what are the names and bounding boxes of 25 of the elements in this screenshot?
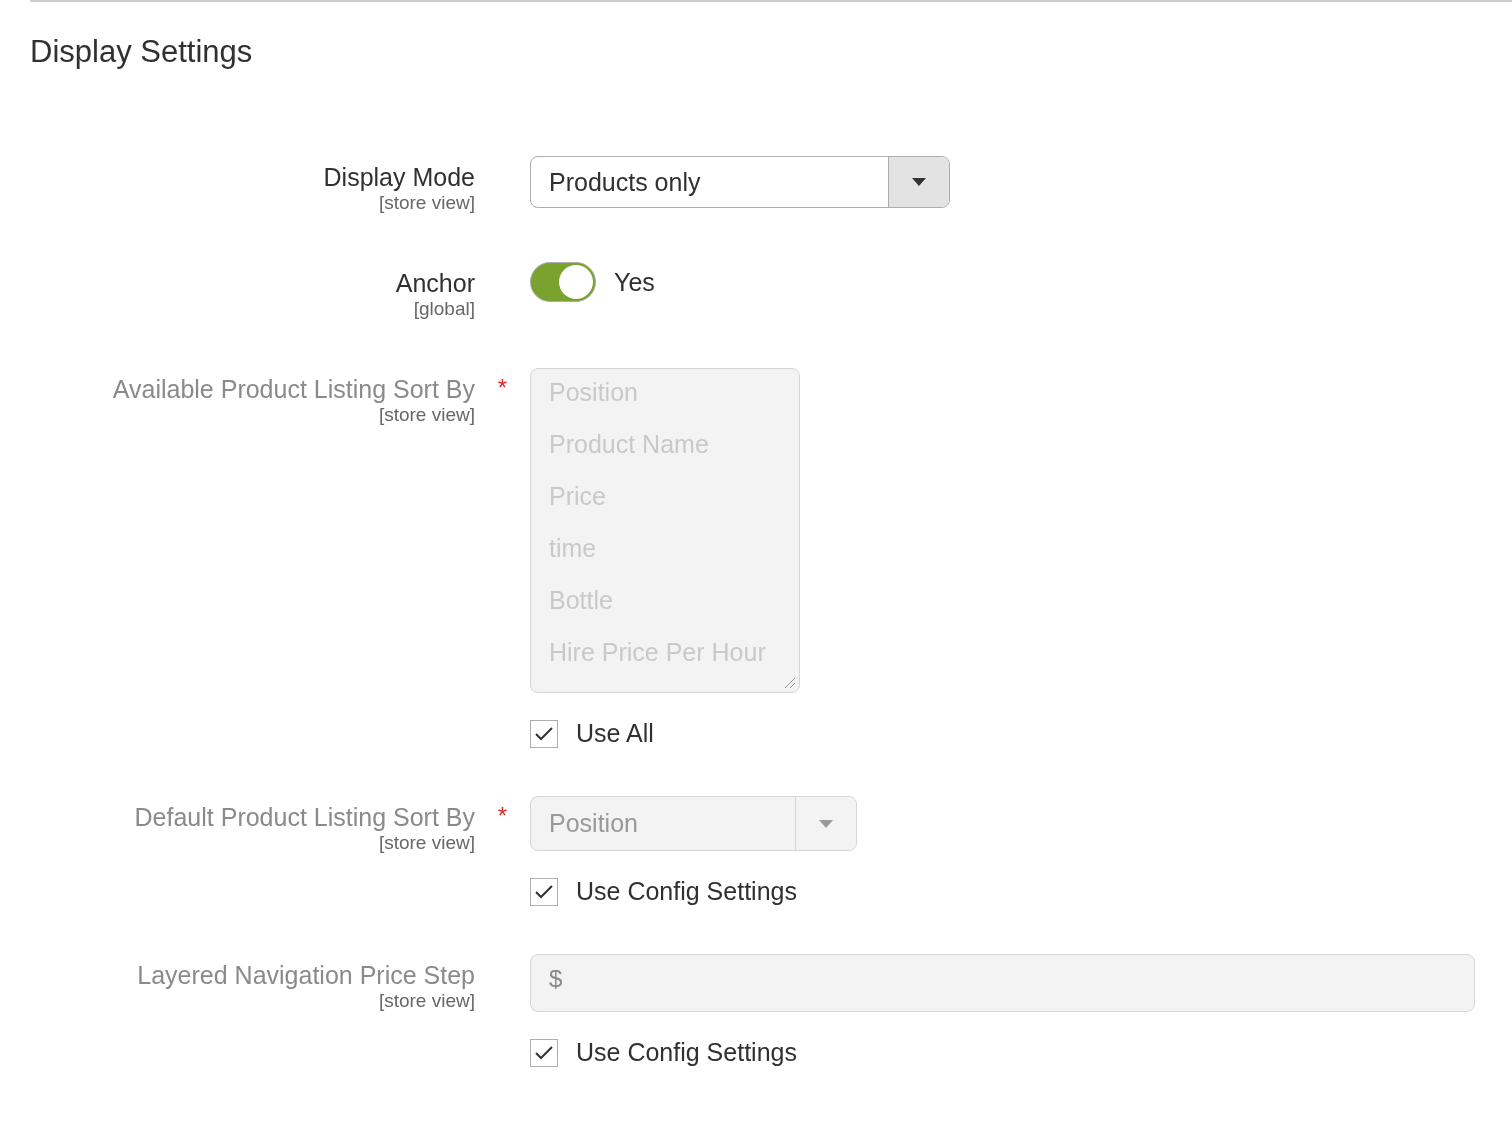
checkbox-label: Use Config Settings [576, 1038, 797, 1067]
checkbox-label: Use All [576, 719, 654, 748]
required-mark: * [497, 374, 508, 401]
field-label: Default Product Listing Sort By [134, 802, 475, 832]
section-title: Display Settings [30, 34, 254, 70]
caret-icon [819, 819, 833, 828]
field-label: Display Mode [323, 162, 475, 192]
field-label: Available Product Listing Sort By [112, 374, 475, 404]
scope-label: [store view] [378, 192, 475, 214]
checkmark-icon [535, 726, 553, 741]
field-label: Layered Navigation Price Step [137, 960, 475, 990]
field-label: Anchor [395, 268, 475, 298]
scope-label: [global] [413, 298, 475, 320]
checkbox-label: Use Config Settings [576, 877, 797, 906]
toggle-switch[interactable] [530, 262, 596, 302]
checkmark-icon [535, 884, 553, 899]
toggle-value: Yes [614, 267, 655, 297]
checkmark-icon [535, 1045, 553, 1060]
caret-icon [912, 178, 926, 186]
resize-handle-icon[interactable] [784, 677, 796, 689]
dropdown[interactable]: Products only [530, 156, 950, 208]
scope-label: [store view] [378, 832, 475, 854]
scope-label: [store view] [378, 990, 475, 1012]
required-mark: * [497, 802, 508, 829]
scope-label: [store view] [378, 404, 475, 426]
